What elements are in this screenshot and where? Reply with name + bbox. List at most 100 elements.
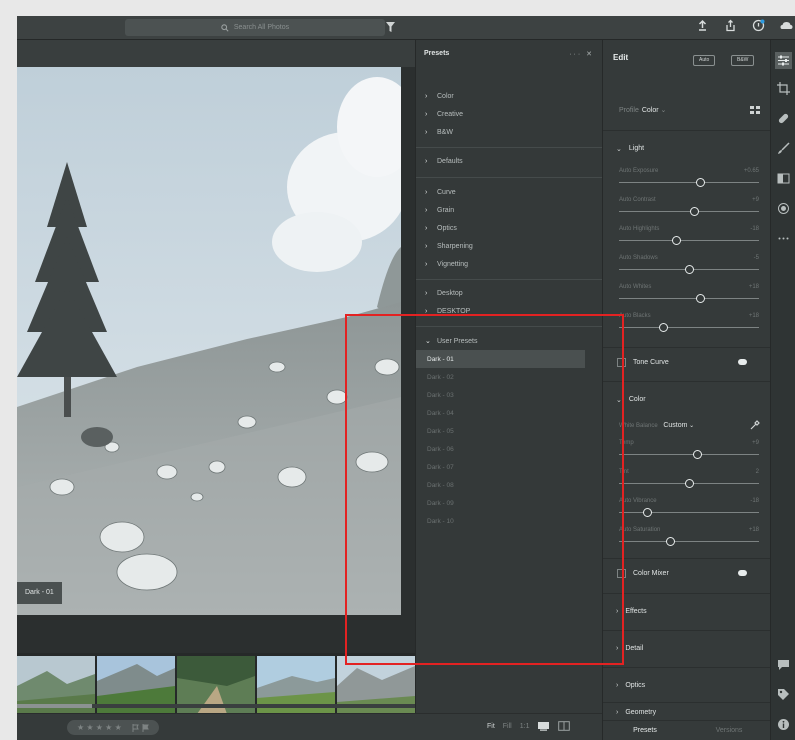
tab-presets[interactable]: Presets	[603, 721, 687, 740]
user-preset-item[interactable]: Dark - 09	[416, 494, 603, 512]
slider[interactable]: Auto Whites +18	[619, 284, 759, 314]
slider-handle[interactable]	[666, 537, 676, 546]
slider-value[interactable]: +0.65	[744, 168, 759, 174]
cloud-icon[interactable]	[780, 19, 793, 32]
slider-track[interactable]	[619, 512, 759, 513]
color-section-header[interactable]: ⌄ Color	[603, 381, 771, 417]
preset-folder[interactable]: › Curve	[416, 183, 603, 201]
slider-track[interactable]	[619, 240, 759, 241]
slider-track[interactable]	[619, 211, 759, 212]
profile-selector[interactable]: Profile Color ⌄	[619, 106, 666, 114]
preset-folder[interactable]: › B&W	[416, 123, 603, 141]
slider-handle[interactable]	[695, 178, 705, 187]
preset-folder[interactable]: › Desktop	[416, 284, 603, 302]
tab-versions[interactable]: Versions	[687, 721, 771, 740]
preset-folder[interactable]: › Sharpening	[416, 237, 603, 255]
tone-curve-row[interactable]: Tone Curve	[603, 347, 771, 377]
white-balance-row[interactable]: White Balance Custom ⌄	[619, 422, 694, 429]
comments-tool[interactable]	[777, 658, 790, 671]
user-preset-item[interactable]: Dark - 10	[416, 512, 603, 530]
user-preset-item[interactable]: Dark - 05	[416, 422, 603, 440]
color-mixer-row[interactable]: Color Mixer	[603, 558, 771, 588]
slider[interactable]: Temp +9	[619, 440, 759, 470]
tone-curve-toggle[interactable]	[738, 359, 747, 365]
slider[interactable]: Auto Saturation +18	[619, 527, 759, 557]
split-view-icon[interactable]	[558, 721, 571, 731]
slider-handle[interactable]	[690, 207, 700, 216]
optics-section[interactable]: › Optics	[603, 667, 771, 703]
edit-tool[interactable]	[775, 52, 792, 69]
slider-value[interactable]: +9	[752, 440, 759, 446]
slider-value[interactable]: 2	[756, 469, 759, 475]
upload-icon[interactable]	[696, 19, 709, 32]
slider[interactable]: Auto Highlights -18	[619, 226, 759, 256]
slider-handle[interactable]	[684, 265, 694, 274]
presets-panel-controls[interactable]: ··· ✕	[569, 50, 594, 64]
user-presets-folder[interactable]: ⌄ User Presets	[416, 332, 603, 350]
flag-icons[interactable]	[132, 723, 149, 732]
star-rating-stars[interactable]: ★ ★ ★ ★ ★	[77, 723, 122, 732]
reject-flag-icon[interactable]	[142, 723, 149, 732]
keywords-tool[interactable]	[777, 688, 790, 701]
radial-gradient-tool[interactable]	[777, 202, 790, 215]
more-tools[interactable]	[777, 232, 790, 245]
bw-button[interactable]: B&W	[731, 55, 755, 66]
filmstrip-scrollbar[interactable]	[17, 704, 415, 708]
slider-handle[interactable]	[684, 479, 694, 488]
effects-section[interactable]: › Effects	[603, 593, 771, 629]
slider-value[interactable]: +18	[749, 313, 759, 319]
slider[interactable]: Auto Vibrance -18	[619, 498, 759, 528]
preset-folder[interactable]: › Vignetting	[416, 255, 603, 273]
fit-button[interactable]: Fit	[487, 723, 495, 730]
brush-tool[interactable]	[777, 142, 790, 155]
star-rating[interactable]: ★ ★ ★ ★ ★	[67, 720, 159, 735]
user-preset-item[interactable]: Dark - 08	[416, 476, 603, 494]
slider-handle[interactable]	[695, 294, 705, 303]
user-preset-item[interactable]: Dark - 01	[416, 350, 585, 368]
search-input[interactable]: Search All Photos	[125, 19, 385, 36]
slider-handle[interactable]	[692, 450, 702, 459]
auto-button[interactable]: Auto	[693, 55, 716, 66]
crop-tool[interactable]	[777, 82, 790, 95]
user-preset-item[interactable]: Dark - 02	[416, 368, 603, 386]
slider-handle[interactable]	[671, 236, 681, 245]
preset-folder[interactable]: › Grain	[416, 201, 603, 219]
preset-folder[interactable]: › Creative	[416, 105, 603, 123]
user-preset-item[interactable]: Dark - 07	[416, 458, 603, 476]
slider-value[interactable]: -18	[750, 498, 759, 504]
slider-value[interactable]: -18	[750, 226, 759, 232]
slider[interactable]: Auto Blacks +18	[619, 313, 759, 343]
user-preset-item[interactable]: Dark - 06	[416, 440, 603, 458]
preset-folder[interactable]: › DESKTOP	[416, 302, 603, 320]
slider-track[interactable]	[619, 298, 759, 299]
slider-handle[interactable]	[659, 323, 669, 332]
white-balance-value[interactable]: Custom	[663, 422, 687, 429]
preset-folder[interactable]: › Defaults	[416, 152, 603, 170]
user-preset-item[interactable]: Dark - 03	[416, 386, 603, 404]
fill-button[interactable]: Fill	[503, 723, 512, 730]
slider-track[interactable]	[619, 454, 759, 455]
slider-value[interactable]: +18	[749, 284, 759, 290]
slider[interactable]: Tint 2	[619, 469, 759, 499]
detail-section[interactable]: › Detail	[603, 630, 771, 666]
main-photo[interactable]	[17, 67, 401, 615]
profile-value[interactable]: Color	[642, 107, 659, 114]
slider-value[interactable]: +18	[749, 527, 759, 533]
scrollbar-thumb[interactable]	[17, 704, 92, 708]
slider[interactable]: Auto Shadows -5	[619, 255, 759, 285]
help-icon[interactable]	[752, 19, 765, 32]
slider-track[interactable]	[619, 541, 759, 542]
slider-value[interactable]: -5	[754, 255, 759, 261]
slider-track[interactable]	[619, 182, 759, 183]
slider[interactable]: Auto Exposure +0.65	[619, 168, 759, 198]
color-mixer-toggle[interactable]	[738, 570, 747, 576]
slider[interactable]: Auto Contrast +9	[619, 197, 759, 227]
light-section-header[interactable]: ⌄ Light	[603, 130, 771, 166]
slider-handle[interactable]	[642, 508, 652, 517]
slider-track[interactable]	[619, 327, 759, 328]
profile-browser-icon[interactable]	[750, 106, 760, 115]
user-preset-item[interactable]: Dark - 04	[416, 404, 603, 422]
linear-gradient-tool[interactable]	[777, 172, 790, 185]
geometry-section[interactable]: › Geometry	[603, 702, 771, 722]
info-tool[interactable]	[777, 718, 790, 731]
